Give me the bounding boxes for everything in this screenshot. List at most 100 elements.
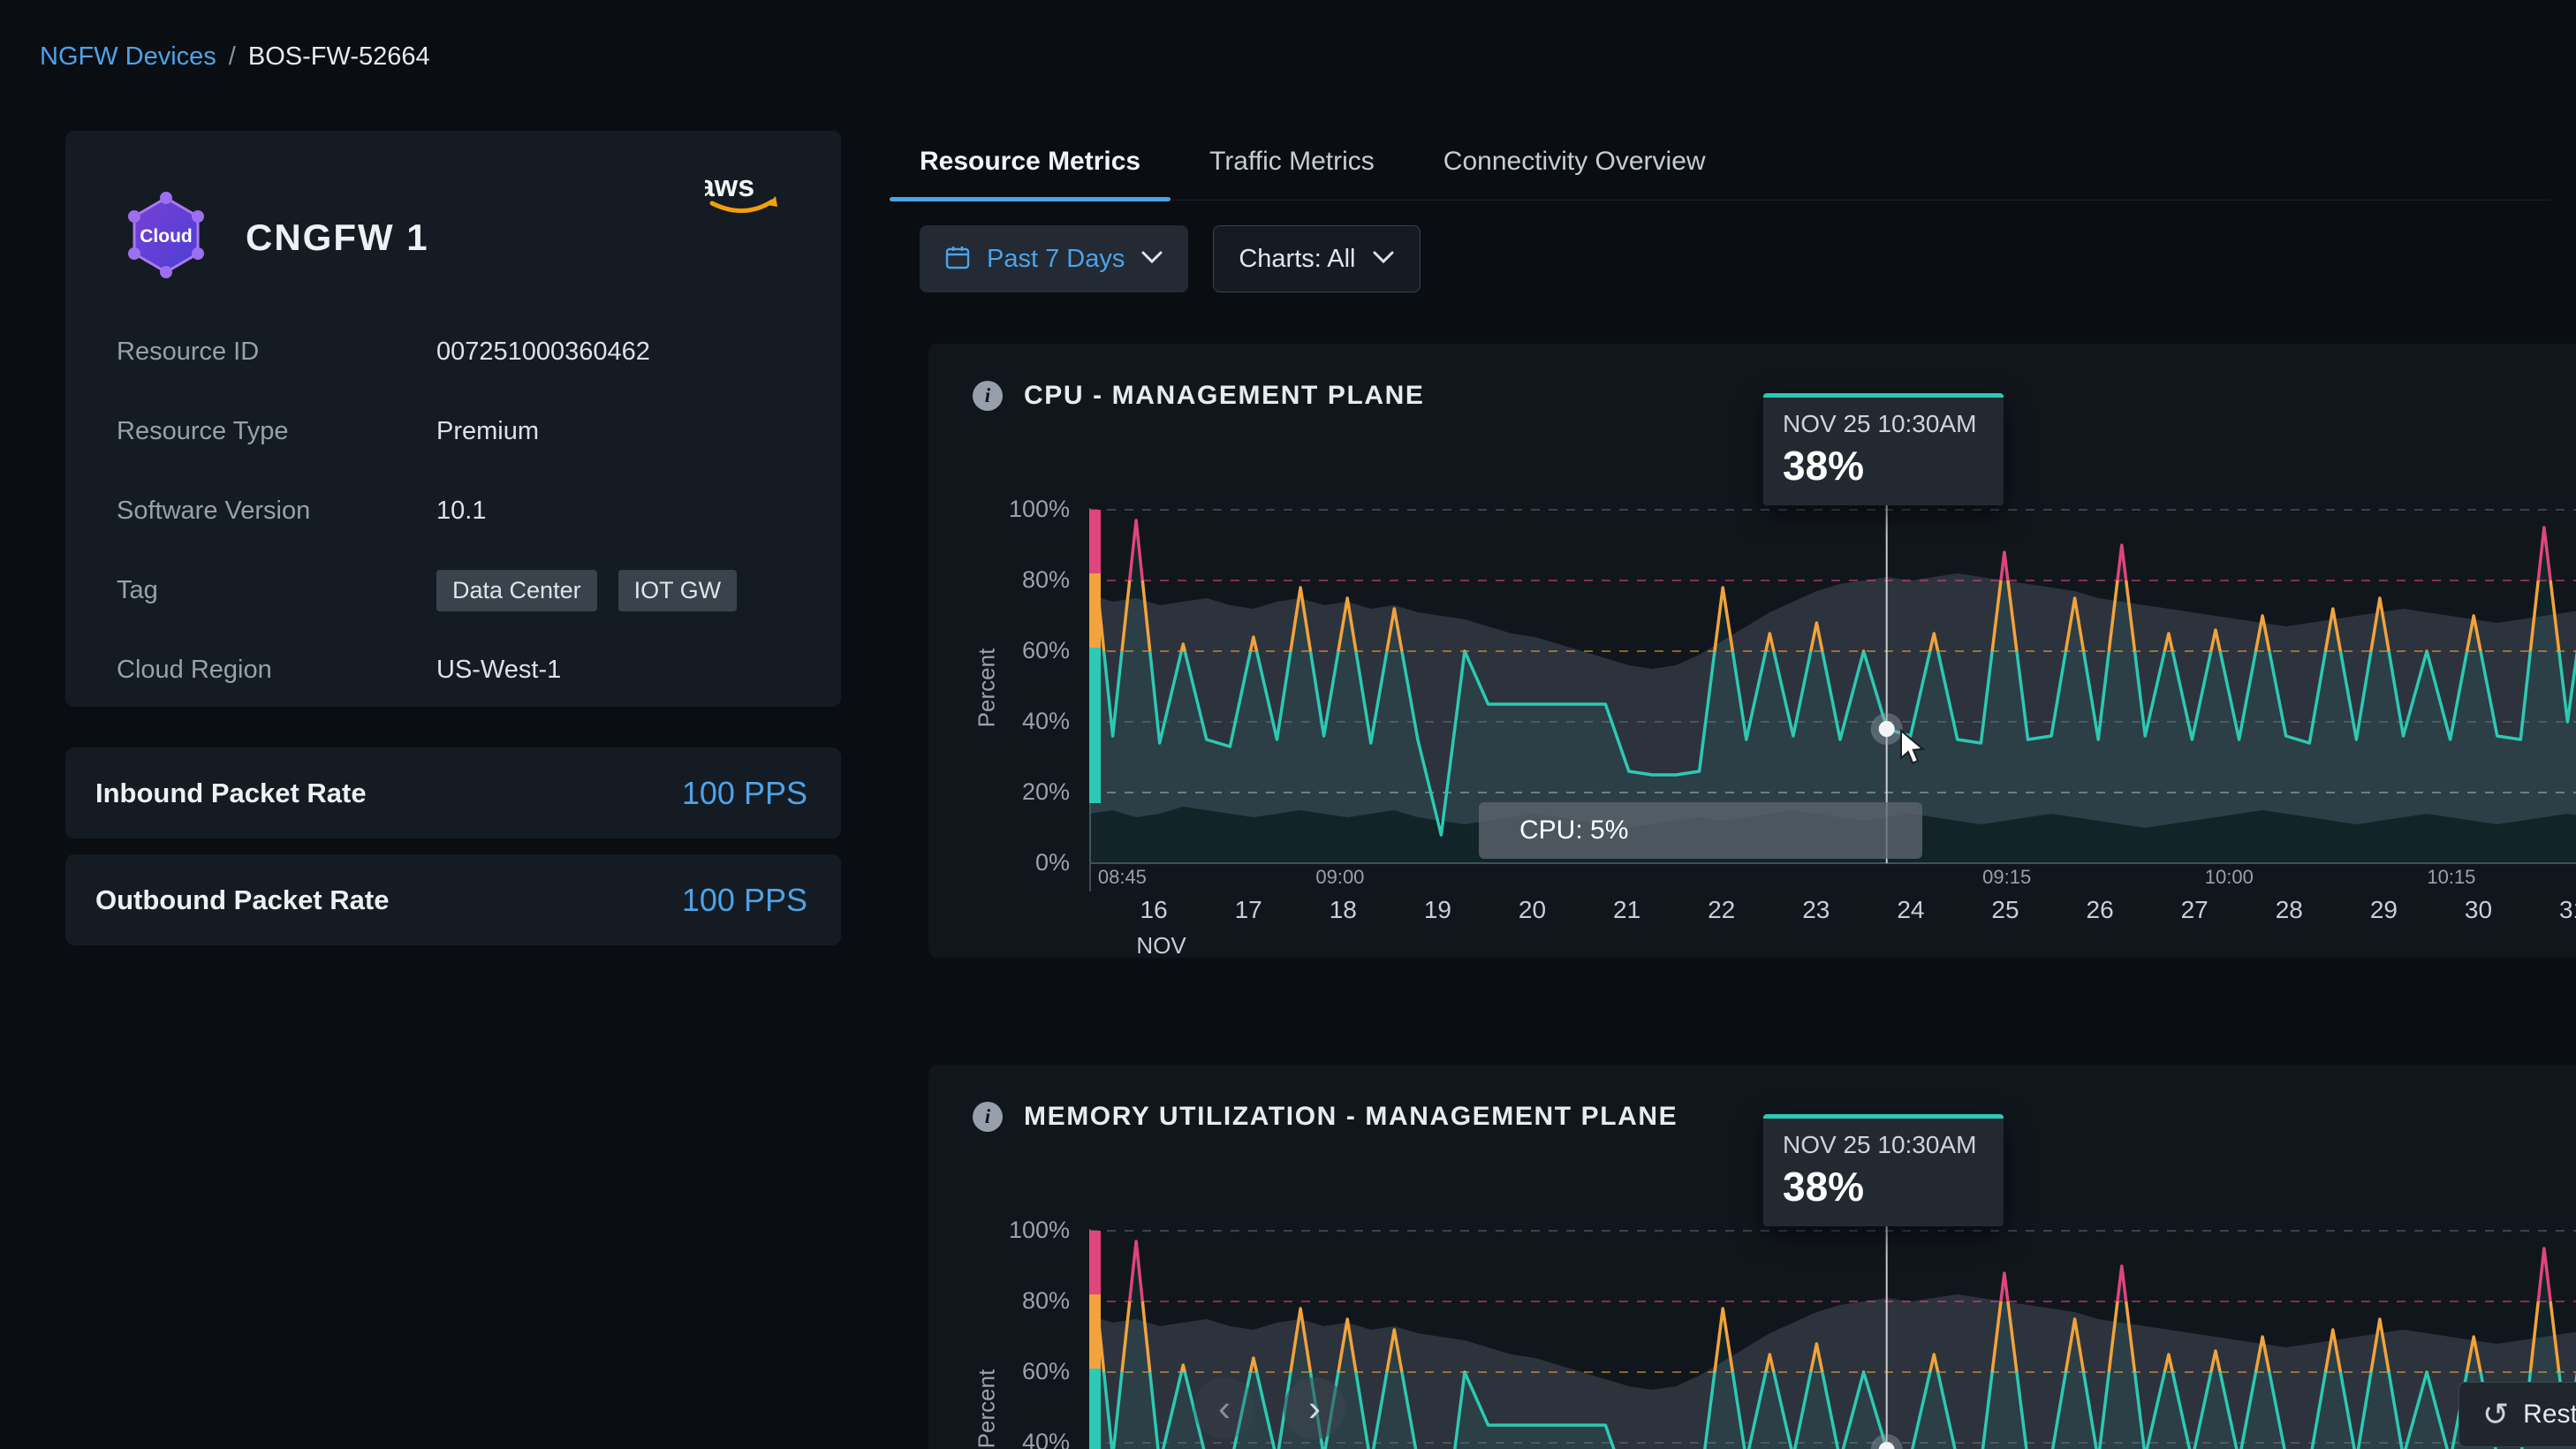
- info-icon[interactable]: i: [973, 1102, 1003, 1132]
- x-day-label: 24: [1897, 896, 1924, 924]
- svg-text:Cloud: Cloud: [140, 226, 192, 247]
- y-axis-labels: 100%80%60%40%20%0%: [932, 1231, 1070, 1449]
- x-day-label: 19: [1424, 896, 1451, 924]
- y-tick-label: 100%: [932, 496, 1070, 523]
- stat-value: 100 PPS: [682, 775, 807, 812]
- device-name: CNGFW 1: [246, 216, 429, 259]
- field-label: Cloud Region: [117, 656, 436, 685]
- device-summary-card: Cloud CNGFW 1 aws Resource ID 0072510003…: [65, 131, 841, 707]
- field-row-resource-id: Resource ID 007251000360462: [117, 312, 841, 391]
- outbound-packet-rate-card: Outbound Packet Rate 100 PPS: [65, 854, 841, 945]
- tooltip-date: NOV 25 10:30AM: [1783, 410, 1984, 438]
- x-day-label: 16: [1140, 896, 1168, 924]
- cpu-chart-card: i CPU - MANAGEMENT PLANE NOV 25 10:30AM …: [928, 344, 2576, 958]
- cpu-hover-tooltip: CPU: 5%: [1479, 802, 1922, 859]
- charts-filter-value: Charts: All: [1239, 245, 1355, 274]
- breadcrumb-parent-link[interactable]: NGFW Devices: [40, 42, 216, 72]
- x-day-label: 26: [2087, 896, 2114, 924]
- field-value: Premium: [436, 417, 539, 446]
- charts-filter-dropdown[interactable]: Charts: All: [1213, 225, 1420, 292]
- field-label: Software Version: [117, 497, 436, 526]
- y-tick-label: 40%: [932, 1429, 1070, 1449]
- x-day-label: 27: [2181, 896, 2209, 924]
- field-label: Tag: [117, 576, 436, 605]
- x-day-label: 21: [1613, 896, 1640, 924]
- mouse-cursor-icon: [1898, 729, 1929, 770]
- restart-label: Restart: [2523, 1400, 2576, 1430]
- x-day-label: 17: [1235, 896, 1262, 924]
- tab-traffic-metrics[interactable]: Traffic Metrics: [1179, 140, 1405, 200]
- chart-filters: Past 7 Days Charts: All: [920, 225, 1421, 292]
- x-day-label: 18: [1330, 896, 1357, 924]
- device-fields: Resource ID 007251000360462 Resource Typ…: [65, 312, 841, 709]
- x-time-label: 09:15: [1982, 866, 2031, 889]
- cpu-chart-header: i CPU - MANAGEMENT PLANE: [973, 381, 1425, 411]
- chevron-down-icon: [1372, 250, 1395, 269]
- field-value: 007251000360462: [436, 338, 650, 367]
- memory-chart-title: MEMORY UTILIZATION - MANAGEMENT PLANE: [1024, 1102, 1678, 1132]
- memory-crosshair-tooltip: NOV 25 10:30AM 38%: [1763, 1114, 2004, 1226]
- y-tick-label: 0%: [932, 849, 1070, 876]
- field-label: Resource Type: [117, 417, 436, 446]
- x-day-label: 31: [2559, 896, 2576, 924]
- x-day-label: 29: [2370, 896, 2398, 924]
- tooltip-date: NOV 25 10:30AM: [1783, 1131, 1984, 1159]
- x-day-label: 25: [1991, 896, 2019, 924]
- calendar-icon: [944, 244, 971, 275]
- tag-badges: Data Center IOT GW: [436, 570, 751, 611]
- x-day-label: 20: [1519, 896, 1546, 924]
- tag-badge: IOT GW: [618, 570, 738, 611]
- x-time-label: 10:00: [2205, 866, 2254, 889]
- stat-label: Outbound Packet Rate: [95, 884, 389, 916]
- svg-text:aws: aws: [705, 170, 754, 203]
- pager-prev-button[interactable]: ‹: [1193, 1377, 1255, 1439]
- tab-connectivity-overview[interactable]: Connectivity Overview: [1413, 140, 1736, 200]
- cpu-chart-title: CPU - MANAGEMENT PLANE: [1024, 381, 1425, 411]
- field-row-software-version: Software Version 10.1: [117, 471, 841, 550]
- field-value: 10.1: [436, 497, 486, 526]
- restart-button[interactable]: ↺ Restart: [2459, 1382, 2576, 1447]
- field-row-cloud-region: Cloud Region US-West-1: [117, 630, 841, 709]
- y-tick-label: 40%: [932, 708, 1070, 735]
- page: NGFW Devices / BOS-FW-52664 Cloud: [0, 0, 2576, 1449]
- y-tick-label: 20%: [932, 778, 1070, 806]
- memory-chart-card: i MEMORY UTILIZATION - MANAGEMENT PLANE …: [928, 1065, 2576, 1449]
- inbound-packet-rate-card: Inbound Packet Rate 100 PPS: [65, 747, 841, 838]
- x-day-label: 22: [1708, 896, 1735, 924]
- y-axis-title: Percent: [974, 600, 1001, 777]
- tooltip-value: 38%: [1783, 1163, 1984, 1210]
- field-value: US-West-1: [436, 656, 561, 685]
- info-icon[interactable]: i: [973, 381, 1003, 411]
- x-month-label: NOV: [1136, 932, 1186, 960]
- stat-label: Inbound Packet Rate: [95, 778, 367, 809]
- x-day-label: 28: [2276, 896, 2303, 924]
- x-time-label: 08:45: [1098, 866, 1147, 889]
- x-time-label: 09:00: [1315, 866, 1364, 889]
- y-tick-label: 100%: [932, 1217, 1070, 1244]
- y-tick-label: 60%: [932, 1358, 1070, 1385]
- field-row-tag: Tag Data Center IOT GW: [117, 550, 841, 630]
- device-header: Cloud CNGFW 1 aws: [65, 131, 841, 289]
- chart-pager: ‹ ›: [1193, 1377, 1345, 1439]
- pager-next-button[interactable]: ›: [1284, 1377, 1345, 1439]
- field-row-resource-type: Resource Type Premium: [117, 391, 841, 471]
- tab-resource-metrics[interactable]: Resource Metrics: [890, 140, 1171, 200]
- x-day-label: 30: [2465, 896, 2492, 924]
- cpu-plot-area: 100%80%60%40%20%0% Percent 08:4509:0009:…: [1089, 510, 2576, 863]
- y-tick-label: 80%: [932, 566, 1070, 594]
- aws-logo-icon: aws: [705, 170, 783, 224]
- restart-icon: ↺: [2482, 1396, 2509, 1433]
- cpu-crosshair-tooltip: NOV 25 10:30AM 38%: [1763, 393, 2004, 505]
- time-range-dropdown[interactable]: Past 7 Days: [920, 225, 1188, 292]
- chevron-down-icon: [1140, 250, 1163, 269]
- y-axis-title: Percent: [974, 1321, 1001, 1449]
- y-tick-label: 60%: [932, 637, 1070, 664]
- y-axis-labels: 100%80%60%40%20%0%: [932, 510, 1070, 863]
- cloud-device-icon: Cloud: [117, 186, 216, 289]
- time-range-value: Past 7 Days: [987, 245, 1125, 274]
- tooltip-value: 38%: [1783, 442, 1984, 489]
- breadcrumb-current: BOS-FW-52664: [248, 42, 430, 72]
- breadcrumb-separator: /: [229, 42, 236, 72]
- field-label: Resource ID: [117, 338, 436, 367]
- x-day-label: 23: [1802, 896, 1830, 924]
